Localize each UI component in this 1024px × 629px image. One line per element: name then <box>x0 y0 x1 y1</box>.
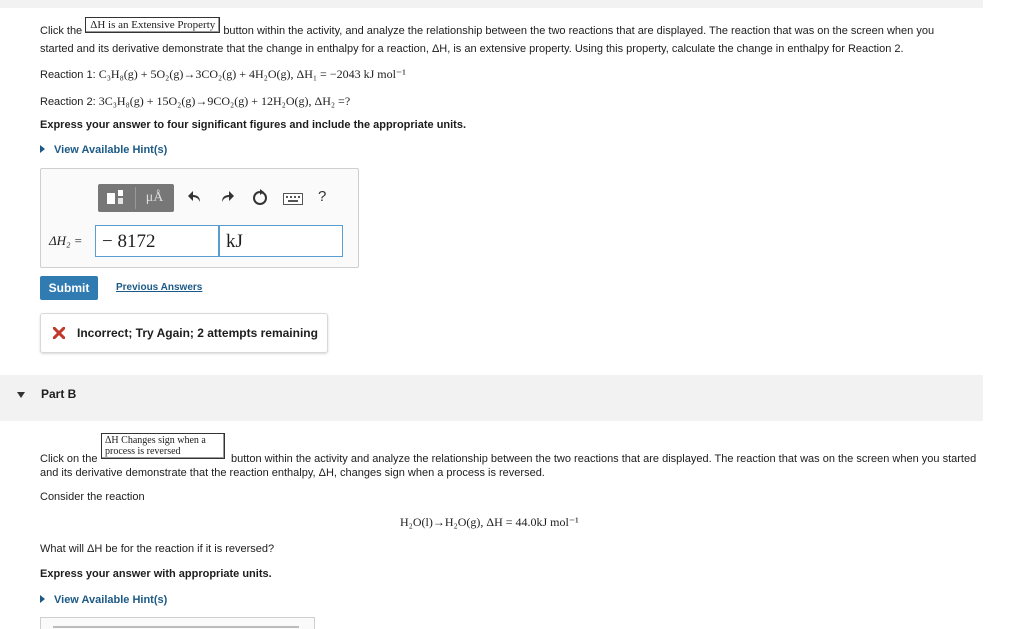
part-b-instruction: Express your answer with appropriate uni… <box>40 568 272 580</box>
hint-link-label: View Available Hint(s) <box>54 144 168 156</box>
keyboard-button[interactable] <box>283 192 303 210</box>
part-b-intro-line2: and its derivative demonstrate that the … <box>40 467 545 479</box>
reaction-1-label: Reaction 1: <box>40 69 96 81</box>
incorrect-x-icon <box>53 327 65 339</box>
help-button[interactable]: ? <box>318 188 326 205</box>
redo-button[interactable] <box>219 189 235 210</box>
reset-icon <box>253 189 267 205</box>
feedback-box: Incorrect; Try Again; 2 attempts remaini… <box>40 313 328 353</box>
expand-triangle-icon <box>40 595 45 603</box>
reaction-2-label: Reaction 2: <box>40 96 96 108</box>
hint-link-label: View Available Hint(s) <box>54 594 168 606</box>
part-a-intro: Click the ΔH is an Extensive Property bu… <box>40 17 980 39</box>
consider-text: Consider the reaction <box>40 491 145 503</box>
changes-sign-line2: process is reversed <box>105 446 181 457</box>
part-b-intro-after: button within the activity and analyze t… <box>231 453 977 465</box>
part-a-intro-line2: started and its derivative demonstrate t… <box>40 43 904 55</box>
reaction-1: Reaction 1: C₃H₈(g) + 5O₂(g)→3CO₂(g) + 4… <box>40 68 406 82</box>
redo-icon <box>222 191 234 202</box>
reaction-2-equation: 3C₃H₈(g) + 15O₂(g)→9CO₂(g) + 12H₂O(g), Δ… <box>98 94 351 108</box>
intro-text-cont: button within the activity, and analyze … <box>223 25 935 37</box>
answer-label: ΔH₂ = <box>49 233 83 248</box>
part-b-view-hints-link[interactable]: View Available Hint(s) <box>40 594 167 606</box>
undo-button[interactable] <box>187 189 203 210</box>
part-b-question: What will ΔH be for the reaction if it i… <box>40 543 275 555</box>
part-b-title: Part B <box>41 387 77 401</box>
part-a-instruction: Express your answer to four significant … <box>40 119 467 131</box>
extensive-property-button[interactable]: ΔH is an Extensive Property <box>85 17 221 33</box>
undo-icon <box>188 191 200 202</box>
intro-text: Click the <box>40 25 83 37</box>
reaction-2: Reaction 2: 3C₃H₈(g) + 15O₂(g)→9CO₂(g) +… <box>40 95 350 109</box>
reaction-1-equation: C₃H₈(g) + 5O₂(g)→3CO₂(g) + 4H₂O(g), ΔH₁ … <box>98 67 406 81</box>
units-button[interactable]: μÅ <box>136 184 173 212</box>
part-b-header[interactable]: Part B <box>0 375 983 421</box>
value-input[interactable]: − 8172 <box>95 225 219 257</box>
expand-triangle-icon <box>40 145 45 153</box>
units-input[interactable]: kJ <box>219 225 343 257</box>
changes-sign-button[interactable]: ΔH Changes sign when a process is revers… <box>101 433 225 459</box>
collapse-triangle-icon <box>17 392 25 398</box>
keyboard-icon <box>283 193 303 205</box>
toolbar-format-group: μÅ <box>98 184 174 212</box>
part-b-answer-box <box>40 617 315 629</box>
reset-button[interactable] <box>251 189 269 212</box>
changes-sign-line1: ΔH Changes sign when a <box>105 435 206 446</box>
feedback-text: Incorrect; Try Again; 2 attempts remaini… <box>77 326 318 340</box>
submit-button[interactable]: Submit <box>40 276 98 300</box>
templates-icon <box>106 190 123 204</box>
view-hints-link[interactable]: View Available Hint(s) <box>40 144 167 156</box>
part-b-intro-before: Click on the <box>40 453 98 465</box>
top-divider <box>0 0 983 8</box>
previous-answers-link[interactable]: Previous Answers <box>116 282 202 293</box>
templates-button[interactable] <box>98 184 135 212</box>
part-b-reaction: H₂O(l)→H₂O(g), ΔH = 44.0kJ mol⁻¹ <box>400 515 579 529</box>
